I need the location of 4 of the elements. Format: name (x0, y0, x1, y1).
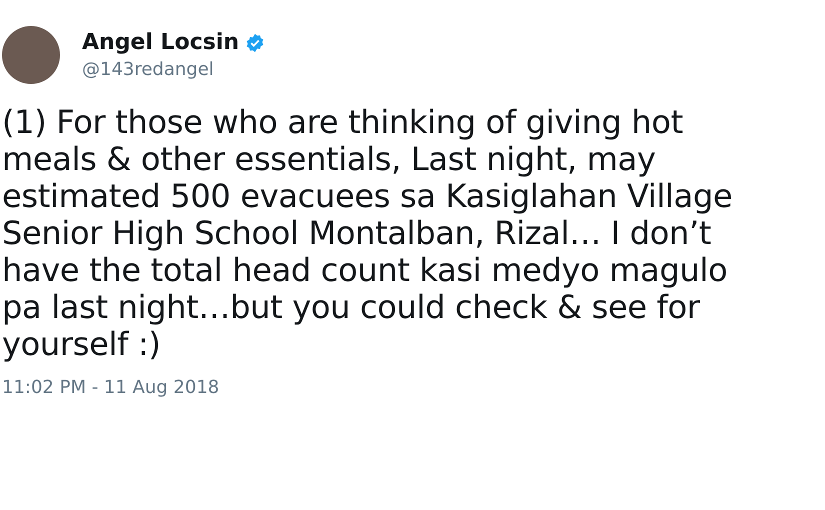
tweet-text: (1) For those who are thinking of giving hot meals & other essentials, Last night, may estimated 500 evacuees sa Kasiglahan Village Senior High School Montalban, Rizal… I don’t have the total head count kasi medyo magulo pa last night…but you could check & see for yourself :) (2, 104, 734, 363)
author-name[interactable]: Angel Locsin (82, 30, 240, 55)
author-handle[interactable]: @143redangel (82, 59, 266, 80)
tweet-timestamp[interactable]: 11:02 PM - 11 Aug 2018 (2, 377, 825, 398)
